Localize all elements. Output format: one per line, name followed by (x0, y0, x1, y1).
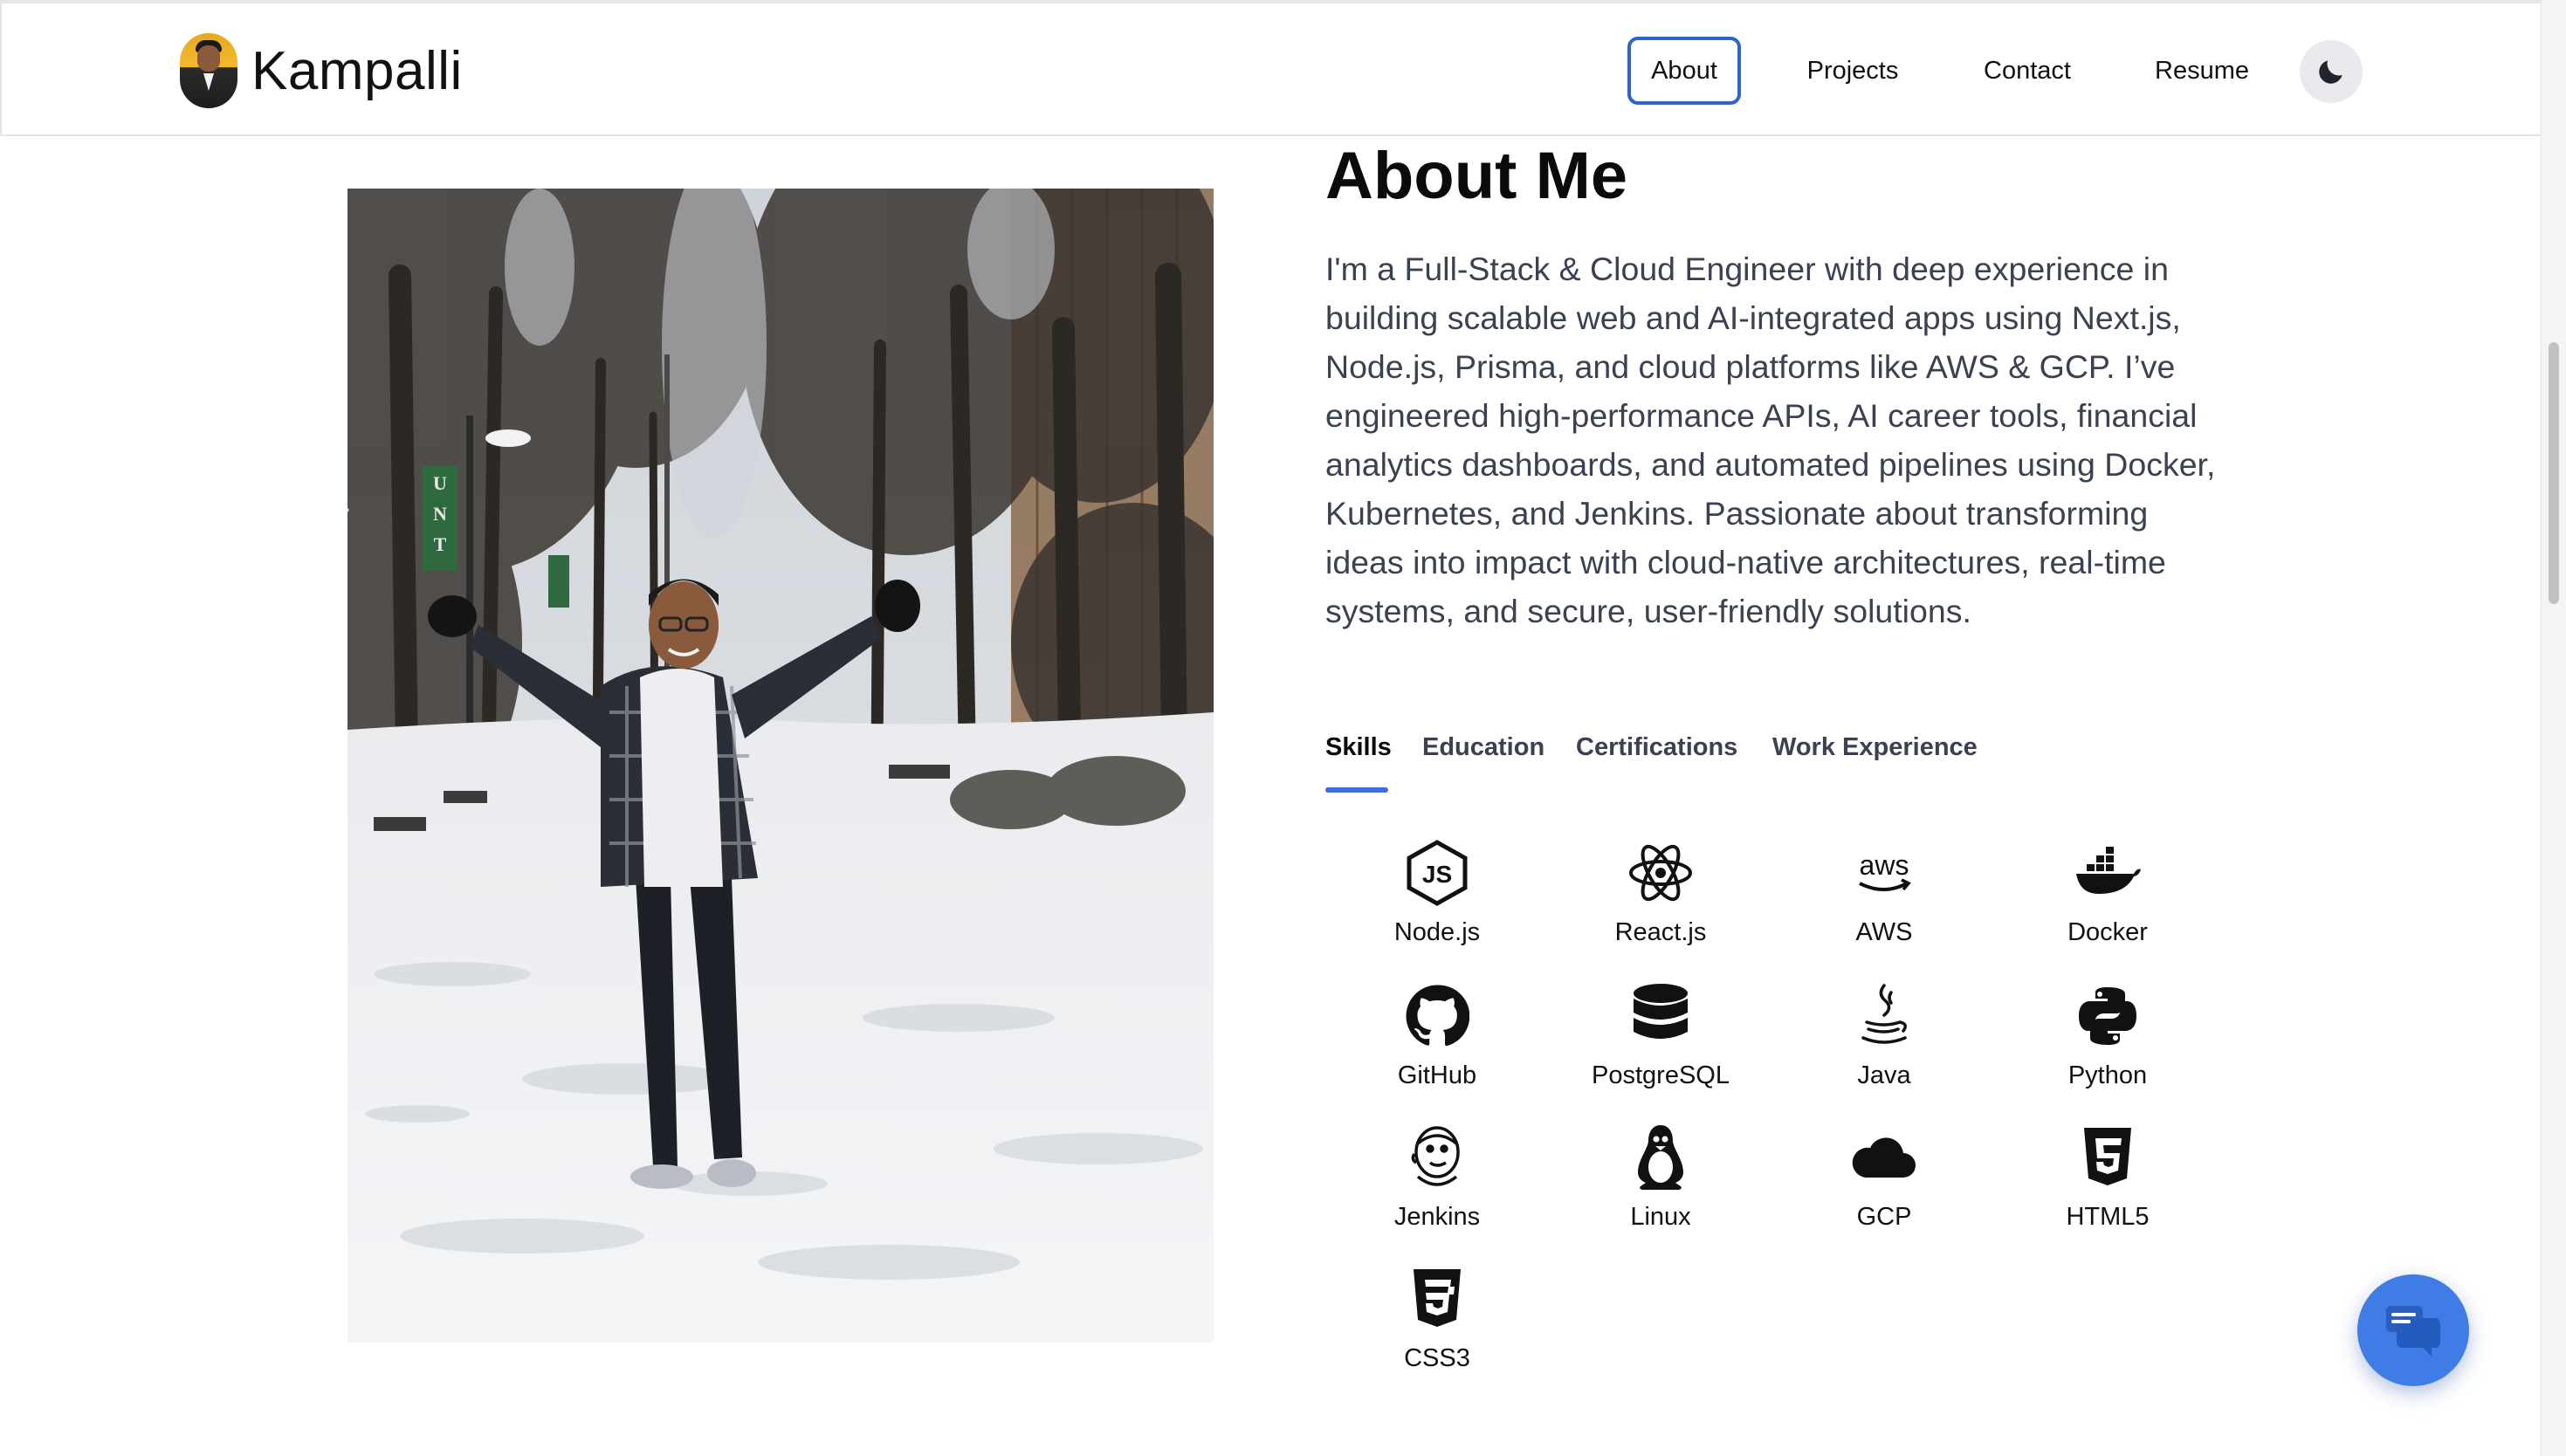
nodejs-icon: JS (1402, 838, 1472, 908)
skill-label: Python (2067, 1061, 2148, 1089)
skill-linux: Linux (1549, 1123, 1772, 1253)
skill-label: Docker (2067, 918, 2148, 946)
python-icon (2073, 981, 2143, 1051)
database-icon (1626, 981, 1696, 1051)
brand-name: Kampalli (251, 40, 463, 101)
docker-icon (2073, 838, 2143, 908)
skill-react: React.js (1549, 838, 1772, 969)
site-header: Kampalli About Projects Contact Resume (0, 3, 2541, 136)
java-icon (1849, 981, 1919, 1051)
css3-icon (1402, 1264, 1472, 1334)
theme-toggle-button[interactable] (2300, 40, 2363, 103)
cloud-icon (1849, 1123, 1919, 1192)
svg-text:aws: aws (1860, 849, 1909, 881)
skill-label: Node.js (1393, 918, 1481, 946)
skill-nodejs: JS Node.js (1325, 838, 1549, 969)
scrollbar-thumb[interactable] (2549, 342, 2559, 604)
jenkins-icon (1402, 1123, 1472, 1192)
tab-skills[interactable]: Skills (1325, 733, 1392, 762)
chat-icon (2386, 1306, 2440, 1356)
skill-label: PostgreSQL (1592, 1061, 1730, 1089)
moon-icon (2319, 60, 2342, 84)
skill-postgresql: PostgreSQL (1549, 981, 1772, 1112)
skill-label: Jenkins (1393, 1203, 1481, 1231)
about-title: About Me (1325, 139, 1628, 213)
skill-docker: Docker (1996, 838, 2219, 969)
skill-css3: CSS3 (1325, 1264, 1549, 1395)
svg-text:U: U (433, 472, 447, 494)
tab-education[interactable]: Education (1422, 733, 1544, 762)
skill-label: HTML5 (2066, 1203, 2150, 1231)
skill-label: GCP (1856, 1203, 1912, 1231)
svg-text:T: T (434, 533, 447, 555)
skill-label: Linux (1630, 1203, 1691, 1231)
skill-jenkins: Jenkins (1325, 1123, 1549, 1253)
about-description: I'm a Full-Stack & Cloud Engineer with d… (1325, 251, 2216, 629)
nav-projects[interactable]: Projects (1783, 37, 1923, 105)
skill-html5: HTML5 (1996, 1123, 2219, 1253)
github-icon (1402, 981, 1472, 1051)
tab-certifications[interactable]: Certifications (1576, 733, 1737, 762)
skill-java: Java (1772, 981, 1996, 1112)
aws-icon: aws (1849, 838, 1919, 908)
skill-label: AWS (1855, 918, 1913, 946)
brand[interactable]: Kampalli (180, 33, 463, 108)
react-icon (1626, 838, 1696, 908)
nav-about[interactable]: About (1627, 37, 1741, 105)
skill-label: GitHub (1397, 1061, 1477, 1089)
linux-icon (1626, 1123, 1696, 1192)
svg-text:N: N (433, 503, 447, 525)
nav-resume[interactable]: Resume (2132, 37, 2272, 105)
html5-icon (2073, 1123, 2143, 1192)
profile-photo: U N T (347, 189, 1214, 1343)
active-tab-indicator (1325, 787, 1388, 793)
avatar (180, 33, 237, 108)
skill-aws: aws AWS (1772, 838, 1996, 969)
skill-github: GitHub (1325, 981, 1549, 1112)
skill-label: React.js (1614, 918, 1707, 946)
chat-button[interactable] (2357, 1274, 2469, 1386)
scrollbar[interactable] (2541, 0, 2566, 1456)
svg-text:JS: JS (1422, 861, 1452, 888)
skill-python: Python (1996, 981, 2219, 1112)
skill-label: CSS3 (1404, 1344, 1470, 1372)
skill-label: Java (1857, 1061, 1911, 1089)
skill-gcp: GCP (1772, 1123, 1996, 1253)
tab-work-experience[interactable]: Work Experience (1772, 733, 1978, 762)
nav-contact[interactable]: Contact (1957, 37, 2097, 105)
